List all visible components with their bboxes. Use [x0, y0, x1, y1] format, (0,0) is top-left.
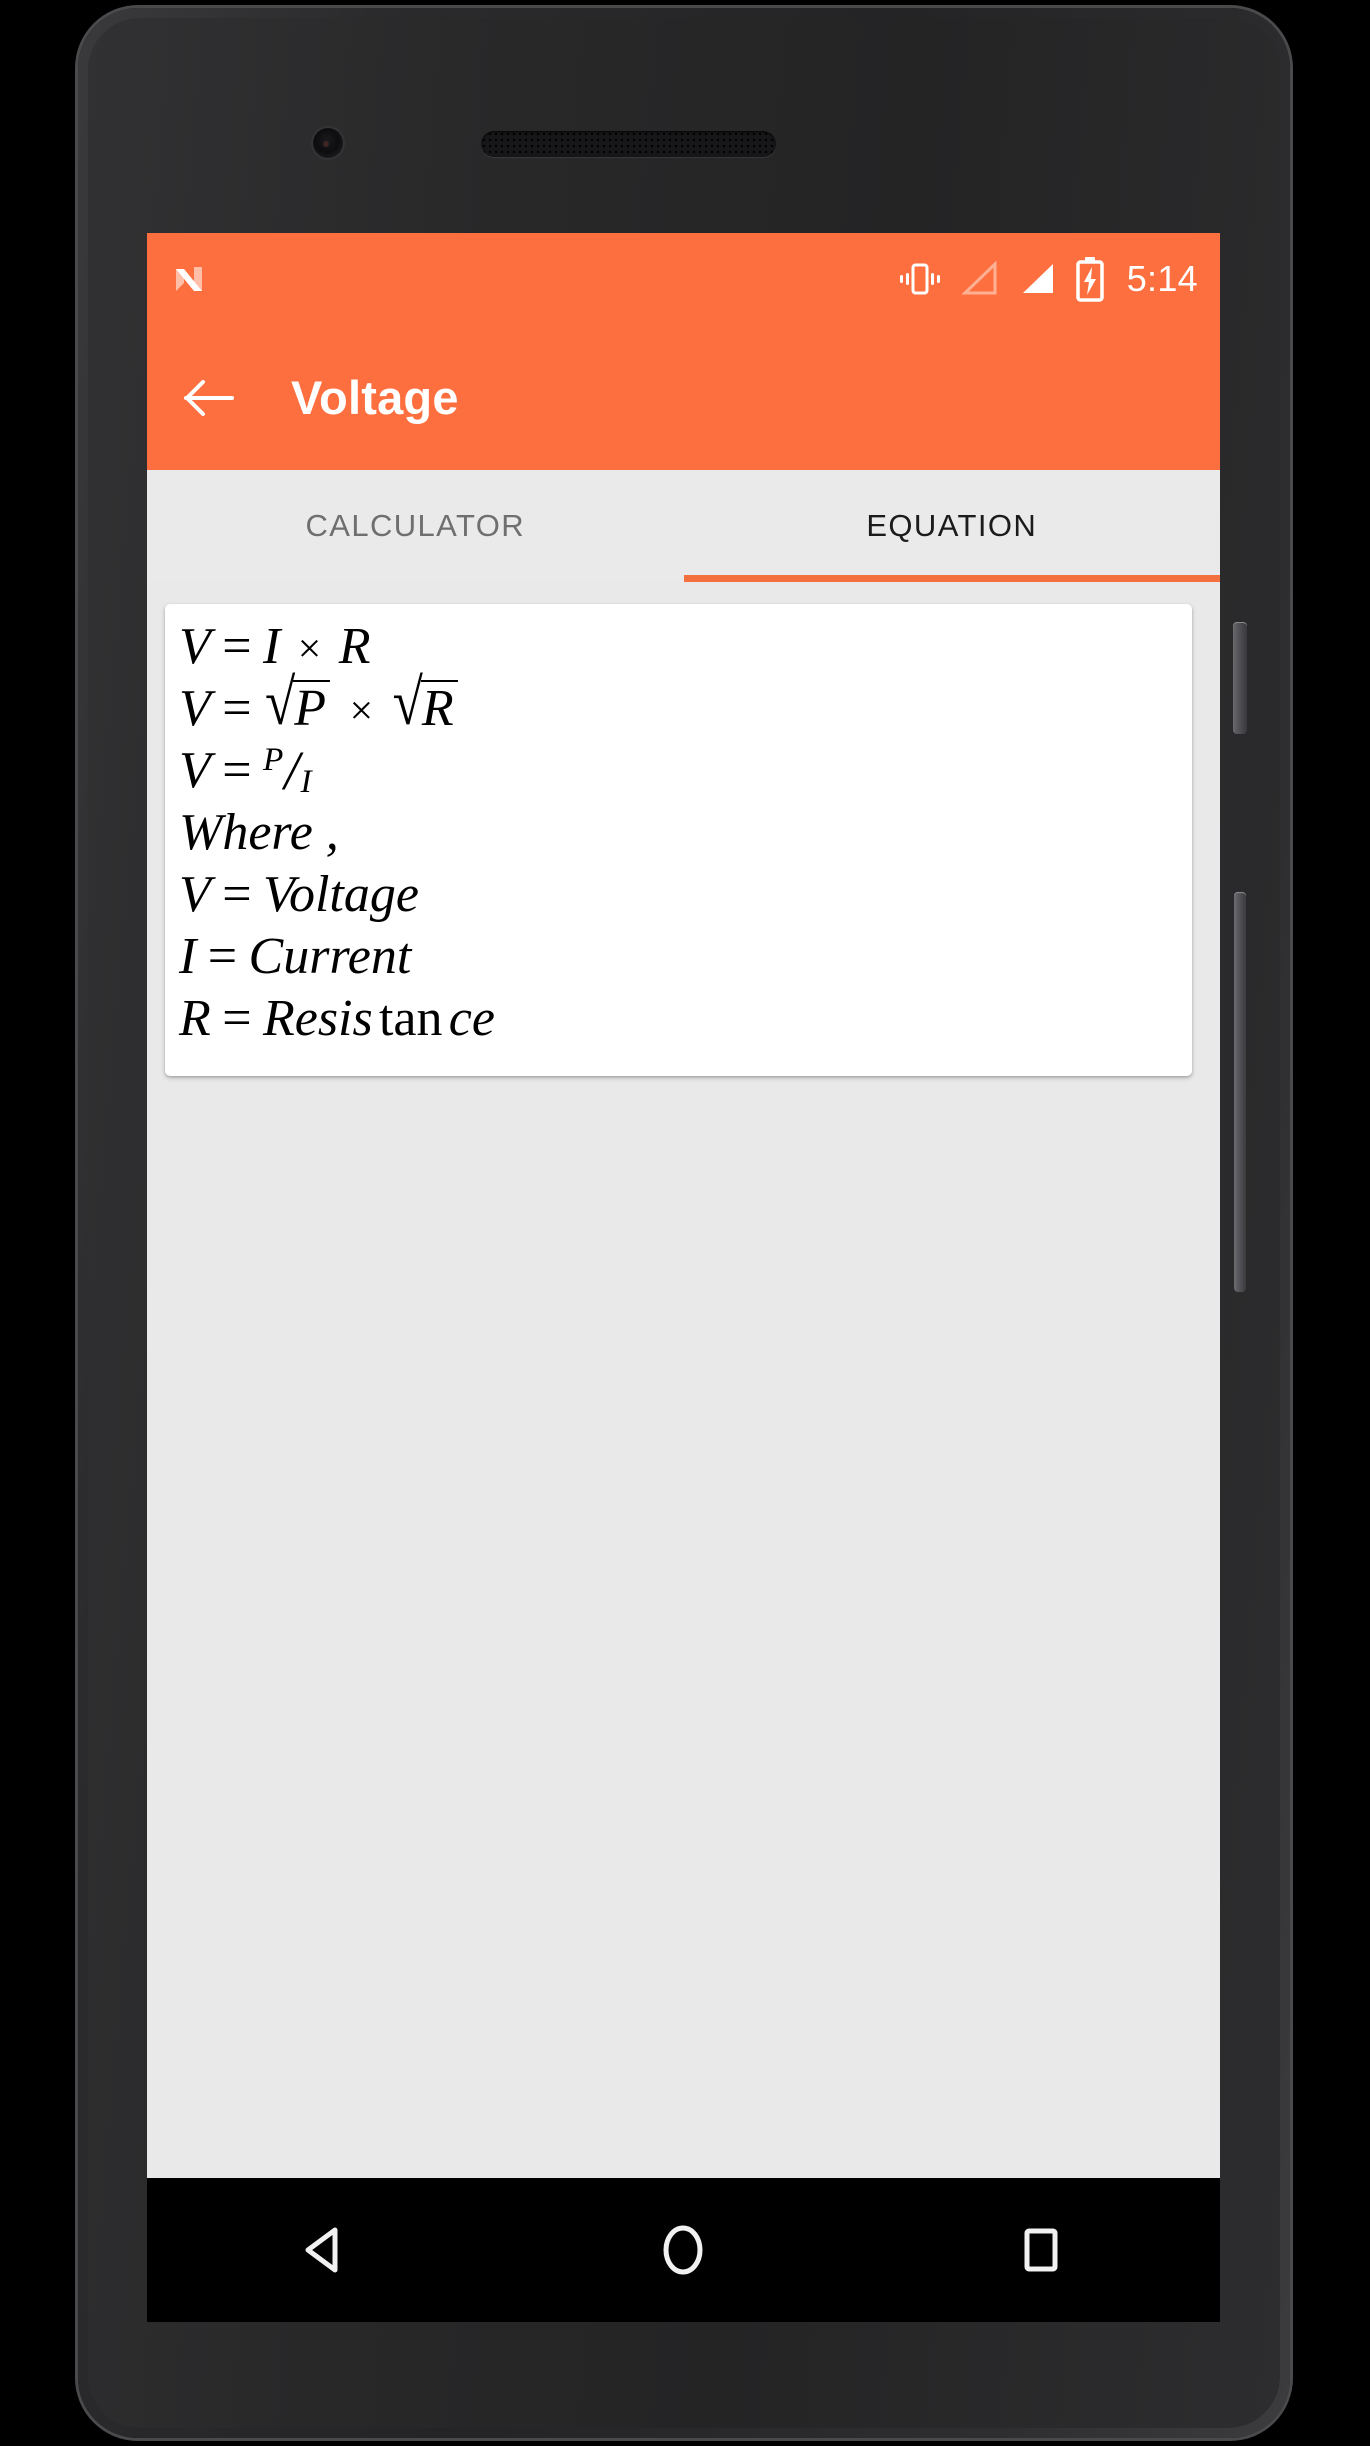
eq-radicand-p: P: [293, 680, 331, 735]
eq-equals: =: [222, 680, 252, 737]
equation-line: R = Resis tan ce: [165, 988, 1192, 1050]
back-button[interactable]: [181, 370, 237, 426]
fraction-denominator: I: [300, 763, 312, 801]
earpiece-speaker: [481, 131, 776, 157]
signal-full-icon: [1022, 264, 1053, 293]
eq-equals: =: [222, 742, 252, 799]
tab-equation[interactable]: EQUATION: [684, 470, 1221, 582]
phone-screen: 5:14 Voltage CALCULATOR EQUATION V = I ×…: [147, 233, 1220, 2178]
app-toolbar: Voltage: [147, 325, 1220, 470]
multiply-icon: ×: [349, 687, 374, 734]
eq-lhs: V: [179, 742, 211, 799]
eq-lhs: V: [179, 680, 211, 737]
nav-back-button[interactable]: [261, 2195, 391, 2305]
radical-icon: √: [265, 666, 296, 739]
signal-empty-icon: [961, 260, 997, 295]
eq-term2: R: [338, 618, 371, 675]
equation-card: V = I × R V = √ P × √ R V = P / I Where …: [165, 604, 1192, 1076]
back-nav-icon: [305, 2227, 338, 2273]
eq-term1: I: [262, 618, 281, 675]
def-symbol: I: [179, 928, 197, 985]
tab-equation-label: EQUATION: [866, 508, 1038, 543]
eq-equals: =: [207, 928, 238, 985]
back-arrow-icon: [184, 379, 234, 416]
fraction-numerator: P: [262, 741, 284, 779]
equation-line: V = I × R: [165, 616, 1192, 678]
battery-charging-icon: [1075, 257, 1104, 302]
def-meaning-part2: ce: [448, 990, 495, 1047]
equation-line: V = √ P × √ R: [165, 670, 1192, 740]
eq-equals: =: [222, 990, 252, 1047]
tab-bar: CALCULATOR EQUATION: [147, 470, 1220, 582]
power-button[interactable]: [1233, 622, 1247, 734]
content-area: V = I × R V = √ P × √ R V = P / I Where …: [147, 582, 1220, 2178]
def-meaning: Voltage: [262, 866, 419, 923]
where-label: Where ,: [179, 804, 339, 861]
sqrt-group-r: √ R: [393, 670, 458, 736]
multiply-icon: ×: [297, 625, 322, 672]
equation-line: V = Voltage: [165, 864, 1192, 926]
def-meaning-upright: tan: [378, 990, 443, 1047]
eq-equals: =: [222, 866, 252, 923]
vibrate-icon: [899, 263, 940, 295]
def-meaning: Current: [248, 928, 412, 985]
def-symbol: V: [179, 866, 211, 923]
status-bar-left: [173, 262, 897, 296]
fraction-slash-icon: /: [284, 739, 300, 801]
fraction-group: P / I: [262, 739, 312, 801]
radical-icon: √: [392, 666, 423, 739]
android-navigation-bar: [147, 2178, 1220, 2322]
equation-line: Where ,: [165, 802, 1192, 864]
nav-recents-button[interactable]: [976, 2195, 1106, 2305]
front-camera: [313, 128, 343, 158]
tab-calculator-label: CALCULATOR: [305, 508, 526, 543]
android-n-logo-icon: [176, 267, 202, 291]
eq-equals: =: [222, 618, 252, 675]
recents-nav-icon: [1024, 2228, 1058, 2272]
tab-active-indicator: [683, 575, 1220, 582]
home-nav-icon: [663, 2225, 703, 2275]
nav-home-button[interactable]: [618, 2195, 748, 2305]
status-bar: 5:14: [147, 233, 1220, 325]
def-meaning-part1: Resis: [262, 990, 373, 1047]
sqrt-group-p: √ P: [265, 670, 331, 736]
def-symbol: R: [179, 990, 211, 1047]
eq-lhs: V: [179, 618, 211, 675]
page-title: Voltage: [291, 371, 459, 424]
equation-line: I = Current: [165, 926, 1192, 988]
eq-radicand-r: R: [420, 680, 458, 735]
equation-line: V = P / I: [165, 740, 1192, 802]
status-bar-clock: 5:14: [1126, 258, 1198, 299]
volume-rocker[interactable]: [1234, 892, 1246, 1292]
tab-calculator[interactable]: CALCULATOR: [147, 470, 684, 582]
status-bar-icons: 5:14: [897, 256, 1198, 302]
